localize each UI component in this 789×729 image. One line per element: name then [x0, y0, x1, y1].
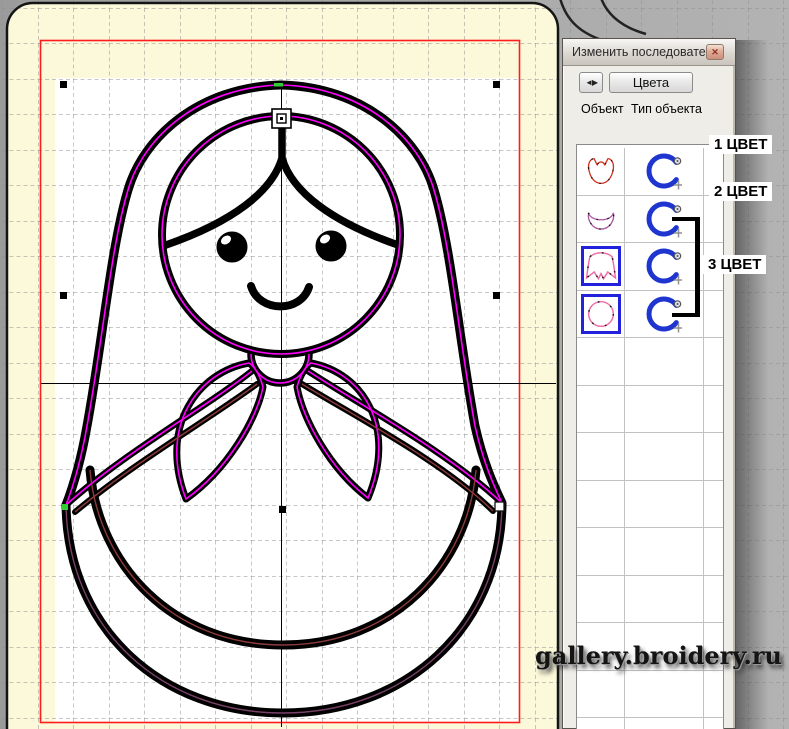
close-button[interactable]: ✕: [706, 44, 724, 60]
annotation-color-3: 3 ЦВЕТ: [703, 255, 766, 274]
outline-object-icon: [646, 152, 682, 190]
red-scarf-outline-icon: [584, 151, 618, 191]
object-row[interactable]: [577, 243, 723, 291]
color-group-bracket: [672, 217, 700, 317]
empty-row: [577, 528, 723, 576]
column-header-type: Тип объекта: [631, 102, 702, 116]
object-row[interactable]: [577, 291, 723, 339]
column-header-object: Объект: [581, 102, 624, 116]
colors-button[interactable]: Цвета: [609, 72, 693, 93]
close-icon: ✕: [711, 47, 719, 57]
object-thumbnail: [581, 246, 621, 286]
object-row[interactable]: [577, 148, 723, 196]
object-thumbnail: [581, 151, 621, 191]
object-thumbnail: [581, 294, 621, 334]
empty-row: [577, 671, 723, 719]
screenshot-root: Изменить последовате... ✕ ◄▶ Цвета Объек…: [0, 0, 789, 729]
empty-row: [577, 338, 723, 386]
empty-row: [577, 576, 723, 624]
pink-kerchief-icon: [584, 249, 618, 283]
annotation-color-1: 1 ЦВЕТ: [709, 135, 772, 154]
watermark: gallery.broidery.ru: [535, 641, 782, 670]
rotation-handle[interactable]: [272, 109, 291, 128]
purple-crescent-icon: [584, 199, 618, 239]
object-row[interactable]: [577, 196, 723, 244]
panel-title: Изменить последовате...: [572, 45, 716, 59]
annotation-color-2: 2 ЦВЕТ: [709, 182, 772, 201]
object-thumbnail: [581, 199, 621, 239]
empty-row: [577, 718, 723, 729]
left-eye: [217, 232, 247, 262]
empty-row: [577, 433, 723, 481]
right-eye: [316, 231, 346, 261]
empty-row: [577, 386, 723, 434]
end-point-marker[interactable]: [495, 502, 504, 511]
pink-circle-icon: [584, 297, 618, 331]
panel-titlebar[interactable]: Изменить последовате... ✕: [563, 39, 735, 66]
empty-row: [577, 481, 723, 529]
panel-client: ◄▶ Цвета Объект Тип объекта: [563, 66, 735, 729]
collapse-button[interactable]: ◄▶: [579, 72, 603, 93]
start-node-marker[interactable]: [62, 504, 68, 510]
start-point-marker[interactable]: [274, 83, 283, 87]
